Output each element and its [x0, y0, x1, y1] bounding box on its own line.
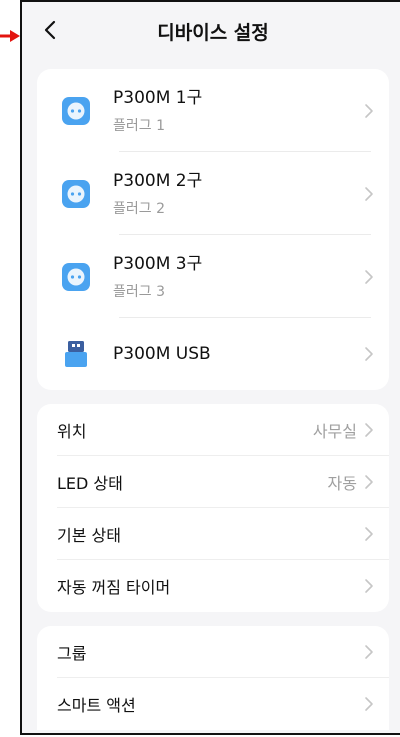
- chevron-right-icon: [365, 347, 373, 361]
- more-card: 그룹 스마트 액션: [37, 626, 389, 730]
- setting-value: 자동: [327, 474, 357, 493]
- setting-row-auto-off-timer[interactable]: 자동 꺼짐 타이머: [37, 560, 389, 612]
- device-subtitle: 플러그 1: [113, 117, 165, 134]
- header: 디바이스 설정: [22, 2, 400, 62]
- device-name: P300M USB: [113, 344, 211, 364]
- setting-row-group[interactable]: 그룹: [37, 626, 389, 678]
- setting-label: 자동 꺼짐 타이머: [57, 578, 171, 597]
- setting-row-led-status[interactable]: LED 상태 자동: [37, 456, 389, 508]
- chevron-right-icon: [365, 527, 373, 541]
- setting-row-default-state[interactable]: 기본 상태: [37, 508, 389, 560]
- chevron-right-icon: [365, 579, 373, 593]
- setting-label: 스마트 액션: [57, 696, 136, 715]
- devices-card: P300M 1구 플러그 1 P300M 2구 플러그 2 P300M 3구 플…: [37, 69, 389, 390]
- setting-label: 그룹: [57, 644, 87, 663]
- setting-label: 기본 상태: [57, 526, 121, 545]
- chevron-right-icon: [365, 186, 373, 201]
- device-subtitle: 플러그 2: [113, 200, 165, 217]
- device-row-plug-3[interactable]: P300M 3구 플러그 3: [37, 235, 389, 318]
- device-row-usb[interactable]: P300M USB: [37, 318, 389, 390]
- setting-label: 위치: [57, 422, 87, 441]
- settings-card: 위치 사무실 LED 상태 자동 기본 상태 자동 꺼짐 타이머: [37, 404, 389, 612]
- setting-row-smart-action[interactable]: 스마트 액션: [37, 678, 389, 730]
- usb-icon: [61, 339, 91, 369]
- page-title: 디바이스 설정: [157, 22, 269, 44]
- chevron-right-icon: [365, 645, 373, 659]
- chevron-right-icon: [365, 423, 373, 437]
- device-name: P300M 2구: [113, 170, 203, 191]
- annotation-arrow-icon: [0, 30, 20, 42]
- setting-row-location[interactable]: 위치 사무실: [37, 404, 389, 456]
- chevron-right-icon: [365, 475, 373, 489]
- plug-icon: [61, 179, 91, 209]
- device-name: P300M 3구: [113, 253, 203, 274]
- setting-value: 사무실: [312, 422, 357, 441]
- device-row-plug-1[interactable]: P300M 1구 플러그 1: [37, 69, 389, 152]
- device-subtitle: 플러그 3: [113, 283, 165, 300]
- device-row-plug-2[interactable]: P300M 2구 플러그 2: [37, 152, 389, 235]
- chevron-right-icon: [365, 269, 373, 284]
- chevron-right-icon: [365, 103, 373, 118]
- chevron-right-icon: [365, 697, 373, 711]
- plug-icon: [61, 96, 91, 126]
- setting-label: LED 상태: [57, 474, 123, 493]
- device-settings-screen: 디바이스 설정 P300M 1구 플러그 1 P300M 2구 플러그 2 P3…: [20, 0, 400, 735]
- device-name: P300M 1구: [113, 87, 203, 108]
- plug-icon: [61, 262, 91, 292]
